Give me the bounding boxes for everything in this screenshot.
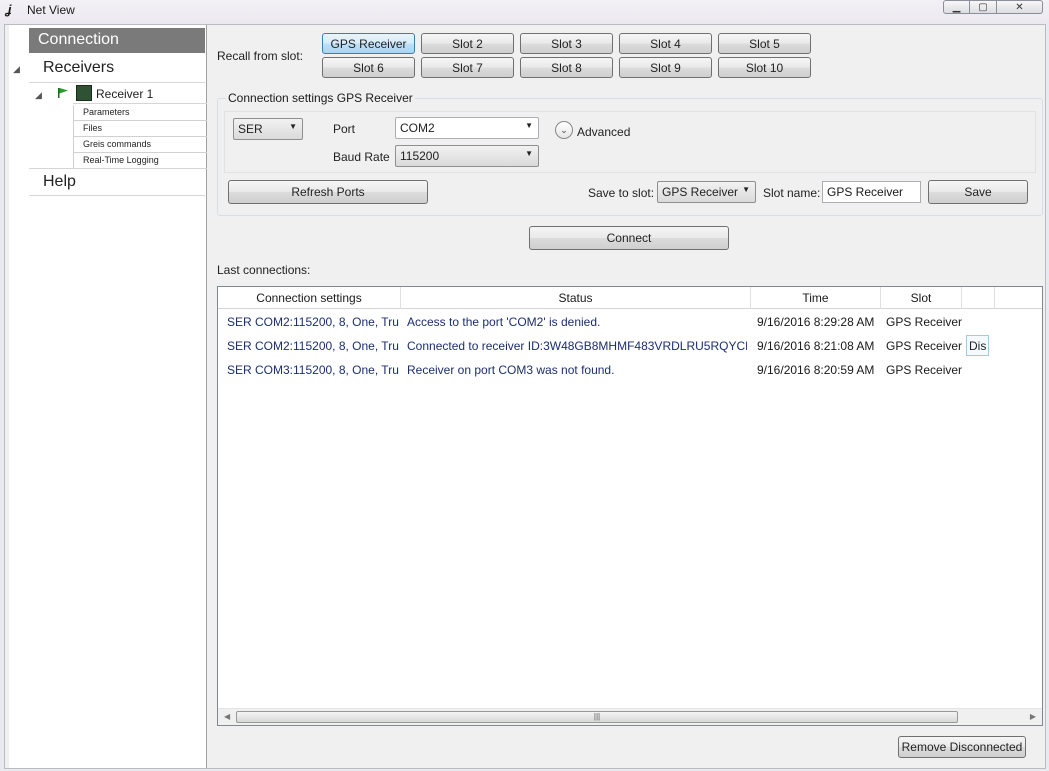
window-controls: ▁ ▢ ✕ bbox=[943, 0, 1043, 14]
cell-slot: GPS Receiver bbox=[886, 339, 962, 353]
close-button[interactable]: ✕ bbox=[997, 0, 1043, 14]
table-row[interactable]: SER COM2:115200, 8, One, True Connected … bbox=[218, 334, 1042, 358]
dropdown-arrow-icon: ▼ bbox=[525, 149, 533, 158]
remove-disconnected-button[interactable]: Remove Disconnected bbox=[898, 736, 1026, 758]
connect-button[interactable]: Connect bbox=[529, 226, 729, 250]
nav-help[interactable]: Help bbox=[43, 173, 76, 191]
cell-status: Receiver on port COM3 was not found. bbox=[407, 363, 615, 377]
expand-arrow-icon[interactable]: ◢ bbox=[13, 64, 20, 75]
sidebar: Connection ◢ Receivers ◢ Receiver 1 Para… bbox=[9, 25, 207, 768]
maximize-button[interactable]: ▢ bbox=[970, 0, 997, 14]
sidebar-item-parameters[interactable]: Parameters bbox=[73, 105, 207, 121]
advanced-toggle[interactable]: Advanced bbox=[577, 125, 630, 139]
slot-button-2[interactable]: Slot 2 bbox=[421, 33, 514, 54]
connection-settings-title: Connection settings GPS Receiver bbox=[226, 91, 415, 105]
chevron-down-icon[interactable]: ⌄ bbox=[555, 121, 573, 139]
recall-from-slot-label: Recall from slot: bbox=[217, 49, 304, 63]
cell-time: 9/16/2016 8:20:59 AM bbox=[757, 363, 875, 377]
connection-settings-inner: SER ▼ Port COM2 ▼ Baud Rate 115200 ▼ ⌄ A… bbox=[224, 111, 1036, 173]
disconnect-button[interactable]: Dis bbox=[966, 335, 989, 356]
slot-button-10[interactable]: Slot 10 bbox=[718, 57, 811, 78]
dropdown-arrow-icon: ▼ bbox=[525, 121, 533, 130]
cell-status: Connected to receiver ID:3W48GB8MHMF483V… bbox=[407, 339, 747, 353]
column-header-time[interactable]: Time bbox=[751, 287, 881, 309]
slot-button-gps-receiver[interactable]: GPS Receiver bbox=[322, 33, 415, 54]
receiver-device-icon bbox=[76, 85, 92, 101]
divider bbox=[29, 168, 205, 169]
column-header-status[interactable]: Status bbox=[401, 287, 751, 309]
baud-rate-value: 115200 bbox=[400, 149, 440, 163]
scrollbar-thumb[interactable]: ||| bbox=[236, 711, 958, 723]
scroll-right-icon[interactable]: ▶ bbox=[1030, 712, 1036, 721]
slot-name-input[interactable]: GPS Receiver bbox=[822, 181, 921, 203]
sidebar-item-files[interactable]: Files bbox=[73, 121, 207, 137]
cell-status: Access to the port 'COM2' is denied. bbox=[407, 315, 601, 329]
cell-connection-settings: SER COM3:115200, 8, One, True bbox=[227, 363, 399, 377]
connection-type-select[interactable]: SER ▼ bbox=[233, 118, 303, 140]
nav-connection[interactable]: Connection bbox=[29, 28, 205, 53]
cell-slot: GPS Receiver bbox=[886, 363, 962, 377]
slot-button-4[interactable]: Slot 4 bbox=[619, 33, 712, 54]
cell-slot: GPS Receiver bbox=[886, 315, 962, 329]
cell-time: 9/16/2016 8:29:28 AM bbox=[757, 315, 875, 329]
last-connections-table: Connection settings Status Time Slot SER… bbox=[217, 286, 1043, 726]
scroll-left-icon[interactable]: ◀ bbox=[224, 712, 230, 721]
minimize-button[interactable]: ▁ bbox=[943, 0, 970, 14]
slot-button-7[interactable]: Slot 7 bbox=[421, 57, 514, 78]
save-to-slot-label: Save to slot: bbox=[588, 186, 655, 200]
title-bar: ʝ Net View ▁ ▢ ✕ bbox=[0, 0, 1049, 22]
expand-arrow-icon[interactable]: ◢ bbox=[35, 90, 42, 101]
dropdown-arrow-icon: ▼ bbox=[742, 185, 750, 194]
flag-icon bbox=[58, 88, 68, 98]
table-row[interactable]: SER COM2:115200, 8, One, True Access to … bbox=[218, 310, 1042, 334]
baud-rate-select[interactable]: 115200 ▼ bbox=[395, 145, 539, 167]
main-panel: Recall from slot: GPS Receiver Slot 2 Sl… bbox=[215, 25, 1045, 768]
slot-button-8[interactable]: Slot 8 bbox=[520, 57, 613, 78]
column-header-connection-settings[interactable]: Connection settings bbox=[218, 287, 401, 309]
slot-name-label: Slot name: bbox=[763, 186, 821, 200]
baud-rate-label: Baud Rate bbox=[333, 150, 390, 164]
sidebar-item-real-time-logging[interactable]: Real-Time Logging bbox=[73, 153, 207, 169]
nav-receivers[interactable]: Receivers bbox=[43, 59, 114, 77]
cell-connection-settings: SER COM2:115200, 8, One, True bbox=[227, 339, 399, 353]
cell-connection-settings: SER COM2:115200, 8, One, True bbox=[227, 315, 399, 329]
divider bbox=[29, 82, 205, 83]
connection-type-value: SER bbox=[238, 122, 263, 136]
port-value: COM2 bbox=[400, 121, 435, 135]
table-row[interactable]: SER COM3:115200, 8, One, True Receiver o… bbox=[218, 358, 1042, 382]
column-header-action bbox=[962, 287, 995, 309]
app-logo-icon: ʝ bbox=[6, 2, 12, 17]
slot-button-3[interactable]: Slot 3 bbox=[520, 33, 613, 54]
horizontal-scrollbar[interactable]: ◀ ||| ▶ bbox=[218, 708, 1042, 725]
window-title: Net View bbox=[27, 3, 75, 17]
column-header-slot[interactable]: Slot bbox=[881, 287, 962, 309]
last-connections-label: Last connections: bbox=[217, 263, 311, 277]
divider bbox=[29, 195, 205, 196]
port-select[interactable]: COM2 ▼ bbox=[395, 117, 539, 139]
slot-button-6[interactable]: Slot 6 bbox=[322, 57, 415, 78]
dropdown-arrow-icon: ▼ bbox=[289, 122, 297, 131]
connection-settings-group: Connection settings GPS Receiver SER ▼ P… bbox=[217, 91, 1043, 216]
client-area: Connection ◢ Receivers ◢ Receiver 1 Para… bbox=[4, 24, 1046, 769]
slot-button-9[interactable]: Slot 9 bbox=[619, 57, 712, 78]
save-to-slot-value: GPS Receiver bbox=[662, 185, 739, 199]
refresh-ports-button[interactable]: Refresh Ports bbox=[228, 180, 428, 204]
save-to-slot-select[interactable]: GPS Receiver ▼ bbox=[657, 181, 756, 203]
slot-button-5[interactable]: Slot 5 bbox=[718, 33, 811, 54]
cell-time: 9/16/2016 8:21:08 AM bbox=[757, 339, 875, 353]
save-button[interactable]: Save bbox=[928, 180, 1028, 204]
divider bbox=[73, 103, 207, 104]
sidebar-item-receiver-1[interactable]: Receiver 1 bbox=[96, 87, 153, 101]
table-header: Connection settings Status Time Slot bbox=[218, 287, 1042, 309]
port-label: Port bbox=[333, 122, 356, 136]
sidebar-item-greis-commands[interactable]: Greis commands bbox=[73, 137, 207, 153]
